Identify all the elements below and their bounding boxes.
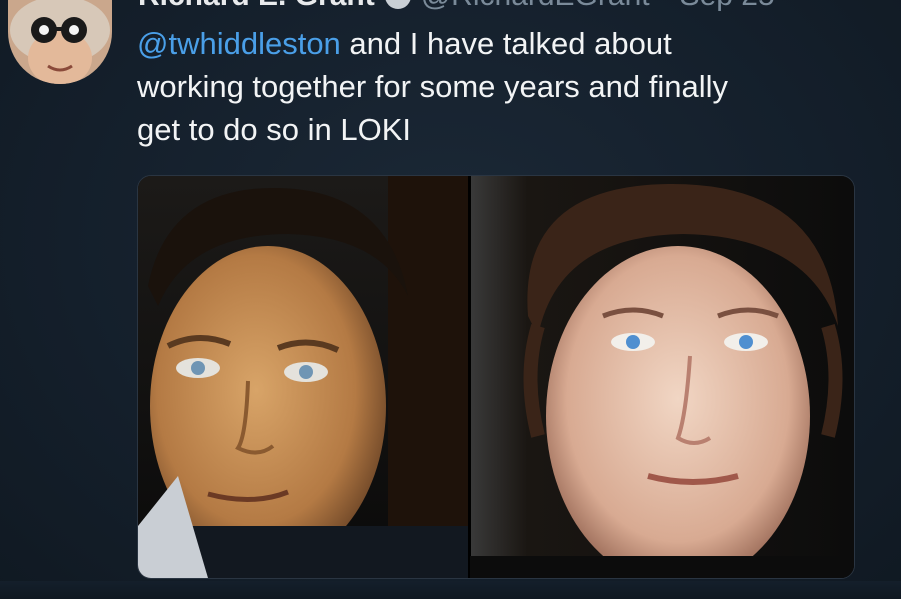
display-name[interactable]: Richard E. Grant bbox=[138, 0, 375, 13]
tweet-text-line3: get to do so in LOKI bbox=[137, 112, 412, 147]
tweet-media-image[interactable] bbox=[137, 175, 855, 579]
profile-avatar[interactable] bbox=[8, 0, 112, 84]
tweet-text-line2: working together for some years and fina… bbox=[137, 69, 729, 104]
tweet-text: @twhiddleston and I have talked about wo… bbox=[137, 22, 857, 151]
tweet-text-line1: and I have talked about bbox=[340, 26, 672, 61]
separator: · bbox=[660, 0, 670, 13]
tweet-header: Richard E. Grant @RichardEGrant · Sep 25 bbox=[138, 0, 775, 14]
mention-link[interactable]: @twhiddleston bbox=[137, 26, 341, 61]
user-handle[interactable]: @RichardEGrant bbox=[421, 0, 650, 13]
bottom-divider bbox=[0, 581, 901, 599]
verified-badge-icon bbox=[384, 0, 411, 9]
tweet-screen: Richard E. Grant @RichardEGrant · Sep 25… bbox=[0, 0, 901, 599]
tweet-date[interactable]: Sep 25 bbox=[680, 0, 775, 13]
